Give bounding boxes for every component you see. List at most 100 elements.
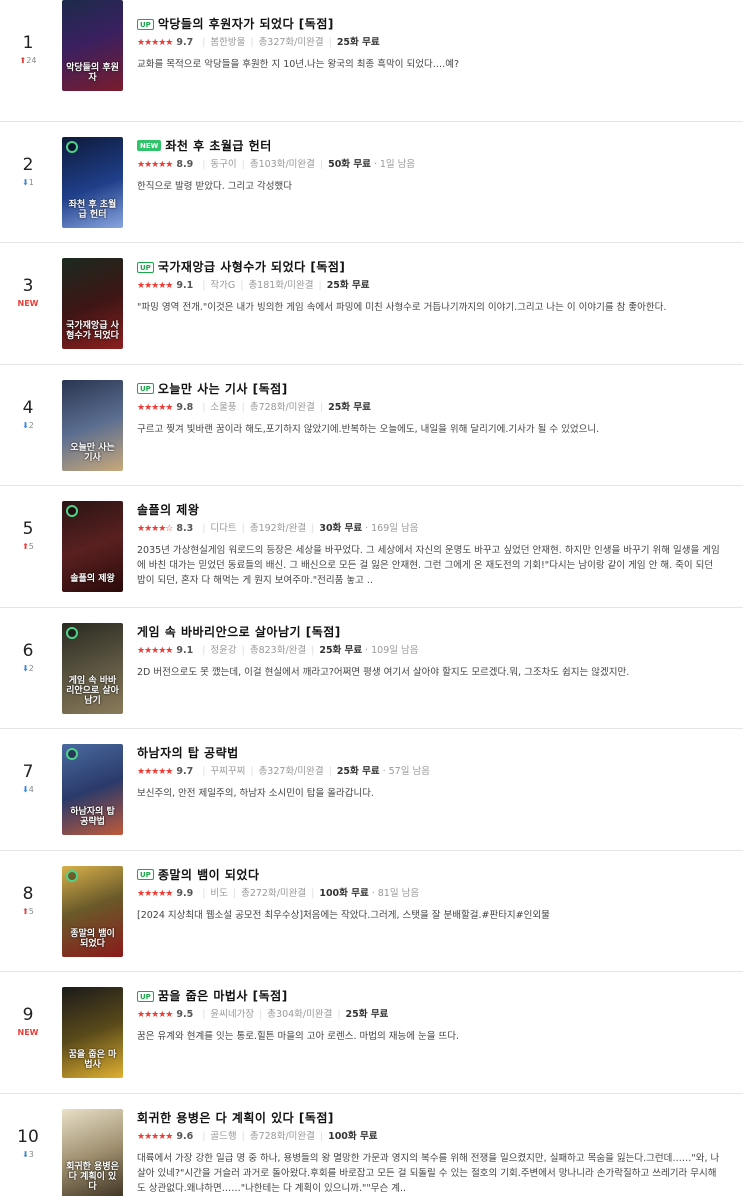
item-title[interactable]: 종말의 뱀이 되었다 (158, 866, 260, 884)
item-title[interactable]: 하남자의 탑 공략법 (137, 744, 239, 762)
item-info: NEW 좌천 후 초월급 헌터 ★★★★★ 8.9 | 동구이 | 총103화/… (137, 137, 723, 194)
list-item[interactable]: 7 ⬇4 하남자의 탑 공략법 하남자의 탑 공략법 ★★★★★ 9.7 | 꾸… (0, 729, 743, 851)
wait-free-clock-icon (66, 505, 78, 517)
episode-count: 총823화/완결 (249, 644, 307, 656)
cover-thumbnail[interactable]: 악당들의 후원자 (62, 0, 123, 91)
status-badge: NEW (137, 140, 162, 151)
item-title[interactable]: 좌천 후 초월급 헌터 (165, 137, 271, 155)
item-meta: ★★★★★ 9.9 | 비도 | 총272화/미완결 | 100화 무료 · 8… (137, 886, 723, 902)
cover-thumbnail[interactable]: 오늘만 사는 기사 (62, 379, 123, 471)
rank-number: 7 (22, 762, 34, 782)
item-description: 2D 버전으로도 못 깼는데, 이걸 현실에서 깨라고?어쩌면 평생 여기서 살… (137, 666, 630, 678)
rating-score: 9.5 (176, 1009, 194, 1020)
cover-thumbnail[interactable]: 하남자의 탑 공략법 (62, 744, 123, 835)
time-remaining: · 169일 남음 (365, 523, 419, 534)
item-info: 솔플의 제왕 ★★★★☆ 8.3 | 디다트 | 총192화/완결 | 30화 … (137, 501, 723, 588)
rank-number: 10 (17, 1126, 39, 1147)
episode-count: 총728화/미완결 (249, 1130, 315, 1142)
episode-count: 총272화/미완결 (241, 887, 307, 899)
cover-thumbnail[interactable]: 종말의 뱀이 되었다 (62, 865, 123, 957)
rank-number: 1 (22, 33, 34, 53)
free-episodes: 100화 무료 (328, 1130, 378, 1142)
item-meta: ★★★★☆ 8.3 | 디다트 | 총192화/완결 | 30화 무료 · 16… (137, 521, 723, 537)
rank-block: 3 NEW (0, 276, 56, 310)
author-name: 비도 (210, 887, 228, 899)
free-episodes: 25화 무료 (345, 1009, 389, 1020)
item-meta: ★★★★★ 8.9 | 동구이 | 총103화/미완결 | 50화 무료 · 1… (137, 157, 723, 173)
list-item[interactable]: 6 ⬇2 게임 속 바바리안으로 살아남기 게임 속 바바리안으로 살아남기 [… (0, 608, 743, 729)
item-description: 대륙에서 가장 강한 일급 명 중 하나, 용병들의 왕 멸망한 가문과 영지의… (137, 1152, 720, 1194)
episode-count: 총103화/미완결 (249, 158, 315, 170)
cover-thumbnail[interactable]: 꿈을 줍은 마법사 (62, 987, 123, 1078)
item-description: 꿈은 유계와 현계를 잇는 통로.힐튼 마을의 고아 로렌스. 마법의 재능에 … (137, 1031, 459, 1042)
cover-thumbnail[interactable]: 회귀한 용병은 다 계획이 있다 (62, 1108, 123, 1196)
rating-score: 9.7 (176, 766, 194, 777)
list-item[interactable]: 2 ⬇1 좌천 후 초월급 헌터 NEW 좌천 후 초월급 헌터 ★★★★★ 8… (0, 122, 743, 243)
rating-score: 9.6 (176, 1130, 194, 1142)
cover-thumbnail[interactable]: 국가재앙급 사형수가 되었다 (62, 258, 123, 349)
item-info: 회귀한 용병은 다 계획이 있다 [독점] ★★★★★ 9.6 | 골드행 | … (137, 1109, 723, 1196)
rating-stars-icon: ★★★★★ (137, 767, 173, 777)
item-title[interactable]: 꿈을 줍은 마법사 [독점] (158, 987, 288, 1005)
episode-count: 총304화/미완결 (267, 1009, 333, 1020)
rating-stars-icon: ★★★★☆ (137, 524, 173, 534)
rank-change: ⬆24 (19, 56, 37, 65)
cover-title-art: 악당들의 후원자 (66, 63, 119, 83)
cover-thumbnail[interactable]: 게임 속 바바리안으로 살아남기 (62, 622, 123, 714)
cover-thumbnail[interactable]: 좌천 후 초월급 헌터 (62, 136, 123, 228)
cover-thumbnail[interactable]: 솔플의 제왕 (62, 501, 123, 592)
rating-stars-icon: ★★★★★ (137, 281, 173, 291)
rating-score: 8.3 (176, 523, 194, 534)
item-description: 한직으로 발령 받았다. 그리고 각성했다 (137, 180, 292, 192)
item-meta: ★★★★★ 9.7 | 꾸찌꾸찌 | 총327화/미완결 | 25화 무료 · … (137, 764, 723, 780)
rating-stars-icon: ★★★★★ (137, 645, 173, 656)
free-episodes: 25화 무료 (326, 280, 370, 291)
rating-score: 8.9 (176, 158, 194, 170)
item-info: 하남자의 탑 공략법 ★★★★★ 9.7 | 꾸찌꾸찌 | 총327화/미완결 … (137, 744, 723, 801)
rank-block: 1 ⬆24 (0, 33, 56, 67)
rank-block: 5 ⬆5 (0, 519, 56, 553)
rank-number: 6 (22, 640, 34, 661)
rank-number: 5 (22, 519, 34, 539)
free-episodes: 30화 무료 (319, 523, 363, 534)
rank-change: ⬇1 (22, 177, 34, 187)
list-item[interactable]: 5 ⬆5 솔플의 제왕 솔플의 제왕 ★★★★☆ 8.3 | 디다트 | 총19… (0, 486, 743, 608)
list-item[interactable]: 10 ⬇3 회귀한 용병은 다 계획이 있다 회귀한 용병은 다 계획이 있다 … (0, 1094, 743, 1196)
author-name: 디다트 (210, 523, 237, 534)
rank-number: 9 (22, 1005, 34, 1025)
author-name: 꾸찌꾸찌 (210, 766, 246, 777)
item-title[interactable]: 악당들의 후원자가 되었다 [독점] (158, 15, 334, 33)
rank-block: 6 ⬇2 (0, 641, 56, 675)
episode-count: 총728화/미완결 (249, 401, 315, 413)
list-item[interactable]: 4 ⬇2 오늘만 사는 기사 UP 오늘만 사는 기사 [독점] ★★★★★ 9… (0, 365, 743, 486)
item-title[interactable]: 게임 속 바바리안으로 살아남기 [독점] (137, 623, 341, 641)
list-item[interactable]: 8 ⬆5 종말의 뱀이 되었다 UP 종말의 뱀이 되었다 ★★★★★ 9.9 … (0, 851, 743, 972)
item-title[interactable]: 솔플의 제왕 (137, 501, 199, 519)
rating-score: 9.1 (176, 644, 194, 656)
item-info: UP 오늘만 사는 기사 [독점] ★★★★★ 9.8 | 소울풍 | 총728… (137, 380, 723, 437)
list-item[interactable]: 1 ⬆24 악당들의 후원자 UP 악당들의 후원자가 되었다 [독점] ★★★… (0, 0, 743, 122)
list-item[interactable]: 9 NEW 꿈을 줍은 마법사 UP 꿈을 줍은 마법사 [독점] ★★★★★ … (0, 972, 743, 1094)
item-description: [2024 지상최대 웹소설 공모전 최우수상]처음에는 작았다.그러게, 스탯… (137, 909, 550, 921)
item-info: UP 종말의 뱀이 되었다 ★★★★★ 9.9 | 비도 | 총272화/미완결… (137, 866, 723, 923)
rank-block: 2 ⬇1 (0, 155, 56, 189)
item-description: "파밍 영역 전개."이것은 내가 빙의한 게임 속에서 파밍에 미친 사형수로… (137, 302, 667, 313)
cover-title-art: 게임 속 바바리안으로 살아남기 (66, 675, 119, 706)
list-item[interactable]: 3 NEW 국가재앙급 사형수가 되었다 UP 국가재앙급 사형수가 되었다 [… (0, 243, 743, 365)
item-info: UP 꿈을 줍은 마법사 [독점] ★★★★★ 9.5 | 윤씨네가장 | 총3… (137, 987, 723, 1044)
rank-change: ⬇3 (22, 1149, 34, 1159)
rank-change-arrow-icon: ⬆ (22, 906, 29, 916)
rating-score: 9.7 (176, 37, 194, 48)
rank-change: NEW (17, 299, 39, 308)
rank-change: ⬇4 (22, 785, 34, 794)
episode-count: 총181화/미완결 (248, 280, 314, 291)
item-title[interactable]: 국가재앙급 사형수가 되었다 [독점] (158, 258, 346, 276)
item-info: UP 국가재앙급 사형수가 되었다 [독점] ★★★★★ 9.1 | 작가G |… (137, 258, 723, 315)
cover-title-art: 좌천 후 초월급 헌터 (68, 199, 117, 220)
item-meta: ★★★★★ 9.5 | 윤씨네가장 | 총304화/미완결 | 25화 무료 (137, 1007, 723, 1023)
item-description: 2035년 가상현실게임 워로드의 등장은 세상을 바꾸었다. 그 세상에서 자… (137, 545, 720, 586)
item-title[interactable]: 오늘만 사는 기사 [독점] (158, 380, 288, 398)
rank-block: 8 ⬆5 (0, 884, 56, 918)
item-title[interactable]: 회귀한 용병은 다 계획이 있다 [독점] (137, 1109, 334, 1127)
cover-title-art: 꿈을 줍은 마법사 (68, 1050, 117, 1070)
